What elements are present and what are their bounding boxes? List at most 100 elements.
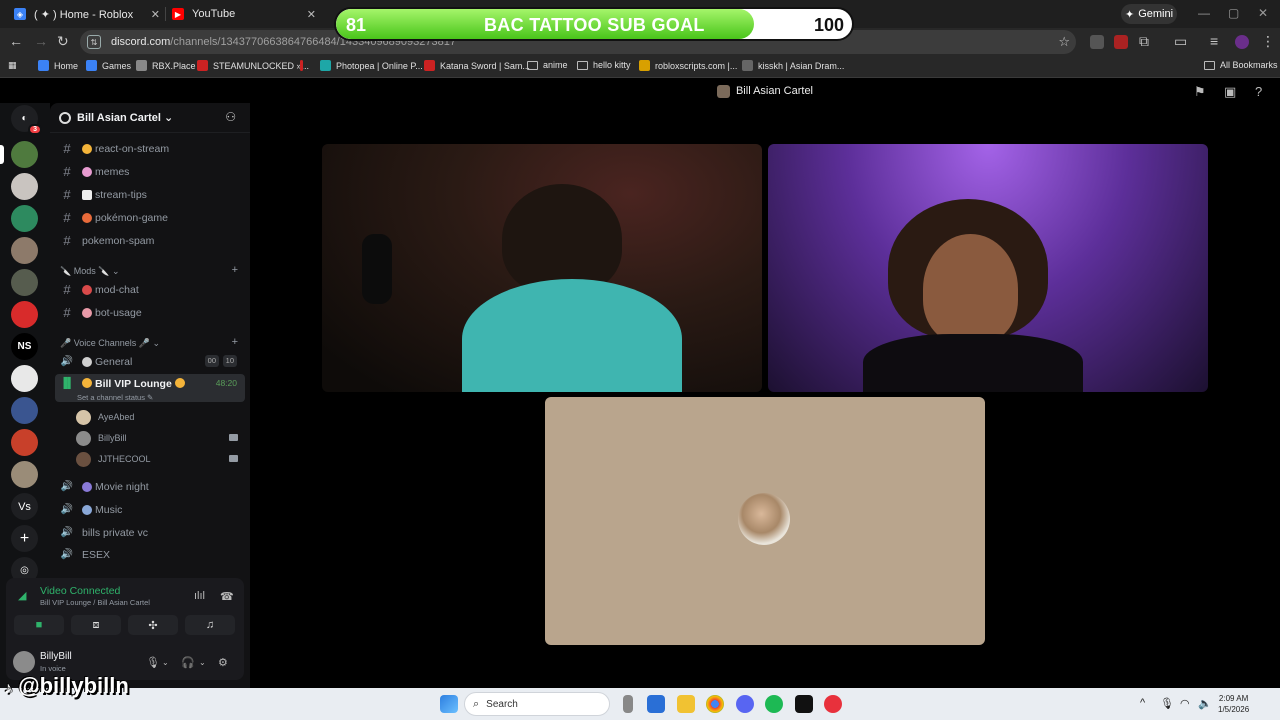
voice-user-ayeabed[interactable]: AyeAbed <box>76 408 246 426</box>
channel-pokemon-game[interactable]: # pokémon-game <box>55 207 245 228</box>
bookmark-katana[interactable]: Katana Sword | Sam... <box>424 60 530 71</box>
taskbar-search[interactable]: ⌕ Search <box>464 692 610 716</box>
server-icon[interactable] <box>11 397 38 424</box>
server-bill-asian-cartel[interactable] <box>0 141 38 168</box>
back-icon[interactable]: ← <box>9 33 23 49</box>
extension-icon[interactable] <box>1090 35 1104 49</box>
voice-channel-bills-private-vc[interactable]: 🔊 bills private vc <box>55 522 245 543</box>
bookmark-star-icon[interactable]: ☆ <box>1058 34 1070 50</box>
server-icon[interactable] <box>11 237 38 264</box>
add-channel-icon[interactable]: + <box>232 336 238 348</box>
microphone-icon[interactable]: 🎙 <box>146 656 160 669</box>
maximize-icon[interactable]: ▢ <box>1228 6 1239 20</box>
chevron-down-icon[interactable]: ⌄ <box>199 658 206 667</box>
bookmark-kisskh[interactable]: kisskh | Asian Dram... <box>742 60 844 71</box>
inbox-icon[interactable]: ▣ <box>1224 84 1236 100</box>
volume-icon[interactable]: 🔈 <box>1198 697 1212 710</box>
tray-chevron-icon[interactable]: ^ <box>1140 697 1145 709</box>
app-icon[interactable] <box>795 695 813 713</box>
voice-user-jjthecool[interactable]: JJTHECOOL <box>76 450 246 468</box>
disconnect-icon[interactable]: ☎ <box>220 590 234 603</box>
cast-icon[interactable]: ▭ <box>1174 33 1187 50</box>
opera-icon[interactable] <box>824 695 842 713</box>
direct-messages-button[interactable]: ◐ 3 <box>11 105 42 135</box>
store-icon[interactable] <box>647 695 665 713</box>
tab-roblox[interactable]: ◈ ( ✦ ) Home - Roblox ✕ <box>14 3 160 25</box>
voice-channel-esex[interactable]: 🔊 ESEX <box>55 544 245 565</box>
channel-mod-chat[interactable]: # mod-chat <box>55 279 245 300</box>
channel-stream-tips[interactable]: # stream-tips <box>55 184 245 205</box>
gemini-button[interactable]: ✦ Gemini <box>1121 4 1177 24</box>
discord-taskbar-icon[interactable] <box>736 695 754 713</box>
forward-icon[interactable]: → <box>34 33 48 49</box>
server-icon[interactable] <box>11 269 38 296</box>
user-avatar[interactable] <box>13 651 35 673</box>
signal-icon[interactable]: ◢ <box>18 589 26 602</box>
headphones-icon[interactable]: 🎧 <box>181 656 195 669</box>
video-tile-billybill[interactable] <box>768 144 1208 392</box>
server-ns[interactable]: NS <box>11 333 38 360</box>
bookmark-rbx-place[interactable]: RBX.Place <box>136 60 196 71</box>
voice-channel-music[interactable]: 🔊 Music <box>55 499 245 520</box>
chrome-icon[interactable] <box>706 695 724 713</box>
extension-icon[interactable] <box>1114 35 1128 49</box>
category-mods[interactable]: 🔪 Mods 🔪 ⌄ <box>60 266 119 277</box>
server-icon[interactable] <box>11 301 38 328</box>
server-vs[interactable]: Vs <box>11 493 38 520</box>
extensions-puzzle-icon[interactable]: ⧉ <box>1139 33 1149 50</box>
windows-start-icon[interactable] <box>440 695 458 713</box>
video-tile-jjthecool[interactable] <box>322 144 762 392</box>
camera-button[interactable]: ■ <box>14 615 64 635</box>
mouse-icon[interactable] <box>623 695 633 713</box>
bookmark-home[interactable]: Home <box>38 60 78 71</box>
wifi-icon[interactable]: ◠ <box>1180 697 1190 710</box>
spotify-icon[interactable] <box>765 695 783 713</box>
bookmark-steamunlocked[interactable]: STEAMUNLOCKED »... <box>197 60 309 71</box>
flag-icon[interactable]: ⚑ <box>1194 84 1206 100</box>
channel-bot-usage[interactable]: # bot-usage <box>55 302 245 323</box>
settings-gear-icon[interactable]: ⚙ <box>218 656 228 669</box>
apps-grid-icon[interactable]: ▦ <box>8 60 17 71</box>
help-icon[interactable]: ? <box>1255 84 1262 99</box>
site-info-icon[interactable]: ⇅ <box>87 35 101 49</box>
voice-channel-general[interactable]: 🔊 General 00 10 <box>55 351 245 372</box>
server-icon[interactable] <box>11 461 38 488</box>
bookmark-folder-hello-kitty[interactable]: hello kitty <box>577 60 631 70</box>
add-server-icon[interactable]: + <box>11 525 38 552</box>
menu-kebab-icon[interactable]: ⋮ <box>1261 33 1275 50</box>
screen-share-button[interactable]: ⧈ <box>71 615 121 635</box>
bookmark-robloxscripts[interactable]: robloxscripts.com |... <box>639 60 737 71</box>
chevron-down-icon[interactable]: ⌄ <box>162 658 169 667</box>
file-explorer-icon[interactable] <box>677 695 695 713</box>
activities-button[interactable]: ✣ <box>128 615 178 635</box>
channel-pokemon-spam[interactable]: # pokemon-spam <box>55 230 245 251</box>
taskbar-clock[interactable]: 2:09 AM 1/5/2026 <box>1218 693 1249 715</box>
tab-youtube[interactable]: ▶ YouTube ✕ <box>172 3 316 25</box>
voice-channel-movie-night[interactable]: 🔊 Movie night <box>55 476 245 497</box>
bookmark-games[interactable]: Games <box>86 60 131 71</box>
guild-header[interactable]: Bill Asian Cartel ⌄ ⚇ <box>50 103 250 133</box>
server-icon[interactable] <box>11 429 38 456</box>
tab-search-icon[interactable]: ≡ <box>1210 33 1218 49</box>
bookmark-folder-anime[interactable]: anime <box>527 60 568 70</box>
close-window-icon[interactable]: ✕ <box>1258 6 1268 20</box>
voice-user-billybill[interactable]: BillyBill <box>76 429 246 447</box>
voice-location[interactable]: Bill VIP Lounge / Bill Asian Cartel <box>40 598 150 607</box>
server-icon[interactable] <box>11 365 38 392</box>
all-bookmarks[interactable]: All Bookmarks <box>1204 60 1278 70</box>
server-icon[interactable] <box>11 205 38 232</box>
channel-memes[interactable]: # memes <box>55 161 245 182</box>
close-tab-icon[interactable]: ✕ <box>307 8 316 21</box>
minimize-icon[interactable]: — <box>1198 6 1210 20</box>
profile-avatar[interactable] <box>1235 35 1249 49</box>
soundboard-button[interactable]: ♫ <box>185 615 235 635</box>
add-channel-icon[interactable]: + <box>232 264 238 276</box>
video-tile-ayeabed[interactable] <box>545 397 985 645</box>
category-voice-channels[interactable]: 🎤 Voice Channels 🎤 ⌄ <box>60 338 160 349</box>
bookmark-photopea[interactable]: Photopea | Online P... <box>320 60 423 71</box>
tray-microphone-icon[interactable]: 🎙 <box>1160 697 1174 710</box>
channel-status-prompt[interactable]: Set a channel status ✎ <box>77 393 153 402</box>
channel-react-on-stream[interactable]: # react-on-stream <box>55 138 245 159</box>
noise-suppression-icon[interactable]: ılıl <box>194 590 205 602</box>
invite-user-icon[interactable]: ⚇ <box>225 110 236 124</box>
